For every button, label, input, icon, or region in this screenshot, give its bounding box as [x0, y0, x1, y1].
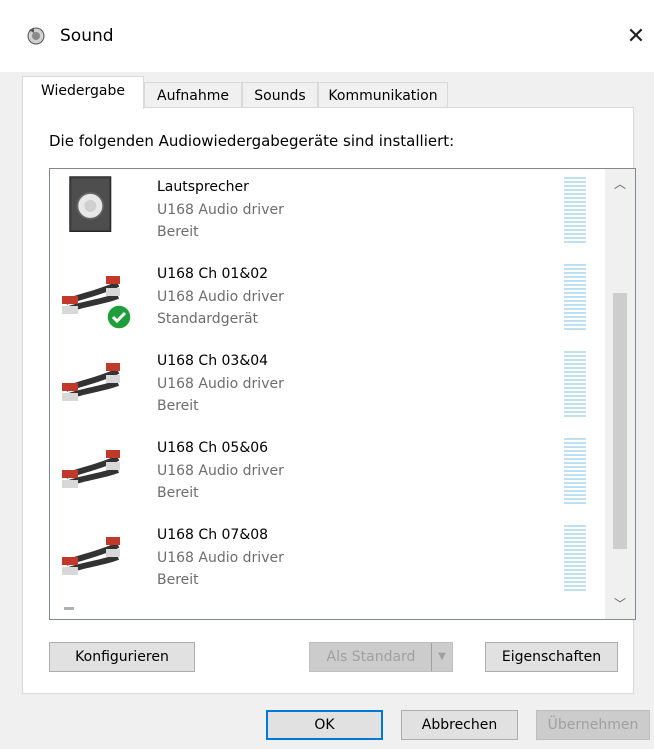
- device-driver: U168 Audio driver: [157, 550, 284, 566]
- scroll-down-icon[interactable]: ﹀: [605, 589, 635, 619]
- default-check-icon: [106, 304, 132, 330]
- set-default-button[interactable]: Als Standard ▼: [309, 642, 453, 672]
- apply-button[interactable]: Übernehmen: [536, 710, 650, 740]
- vertical-scrollbar[interactable]: ︿ ﹀: [605, 169, 635, 619]
- list-item[interactable]: U168 Ch 07&08 U168 Audio driver Bereit: [50, 517, 605, 604]
- configure-button[interactable]: Konfigurieren: [49, 642, 195, 672]
- properties-button[interactable]: Eigenschaften: [485, 642, 618, 672]
- title-bar: Sound ✕: [0, 0, 654, 72]
- device-driver: U168 Audio driver: [157, 202, 284, 218]
- device-driver: U168 Audio driver: [157, 463, 284, 479]
- speaker-icon: [69, 176, 112, 232]
- device-status: Bereit: [157, 398, 199, 414]
- set-default-label: Als Standard: [326, 649, 416, 665]
- rca-cable-icon: [62, 363, 120, 401]
- rca-cable-icon: [62, 537, 120, 575]
- partial-list-item: [64, 607, 74, 610]
- list-item[interactable]: Lautsprecher U168 Audio driver Bereit: [50, 169, 605, 256]
- tab-kommunikation[interactable]: Kommunikation: [318, 82, 448, 108]
- scroll-up-icon[interactable]: ︿: [605, 169, 635, 199]
- device-status: Bereit: [157, 572, 199, 588]
- device-name: Lautsprecher: [157, 179, 249, 195]
- device-name: U168 Ch 01&02: [157, 266, 269, 282]
- level-meter: [564, 351, 586, 417]
- list-item[interactable]: U168 Ch 01&02 U168 Audio driver Standard…: [50, 256, 605, 343]
- level-meter: [564, 438, 586, 504]
- device-name: U168 Ch 03&04: [157, 353, 269, 369]
- device-status: Standardgerät: [157, 311, 259, 327]
- device-status: Bereit: [157, 224, 199, 240]
- device-list[interactable]: Lautsprecher U168 Audio driver Bereit U1…: [49, 168, 636, 620]
- sound-dialog: Sound ✕ Wiedergabe Aufnahme Sounds Kommu…: [0, 0, 654, 749]
- speaker-icon: [27, 27, 45, 45]
- chevron-down-icon[interactable]: ▼: [431, 643, 452, 671]
- tab-wiedergabe[interactable]: Wiedergabe: [22, 76, 144, 109]
- level-meter: [564, 525, 586, 591]
- tab-sounds[interactable]: Sounds: [242, 82, 318, 108]
- list-item[interactable]: U168 Ch 05&06 U168 Audio driver Bereit: [50, 430, 605, 517]
- tab-panel: Die folgenden Audiowiedergabegeräte sind…: [22, 107, 636, 694]
- device-driver: U168 Audio driver: [157, 376, 284, 392]
- level-meter: [564, 264, 586, 330]
- scroll-thumb[interactable]: [613, 293, 627, 549]
- rca-cable-icon: [62, 450, 120, 488]
- tab-aufnahme[interactable]: Aufnahme: [144, 82, 242, 108]
- device-driver: U168 Audio driver: [157, 289, 284, 305]
- list-item[interactable]: U168 Ch 03&04 U168 Audio driver Bereit: [50, 343, 605, 430]
- device-status: Bereit: [157, 485, 199, 501]
- ok-button[interactable]: OK: [266, 710, 383, 740]
- level-meter: [564, 177, 586, 243]
- close-button[interactable]: ✕: [622, 22, 650, 52]
- device-name: U168 Ch 07&08: [157, 527, 269, 543]
- cancel-button[interactable]: Abbrechen: [401, 710, 518, 740]
- window-title: Sound: [60, 26, 114, 46]
- intro-text: Die folgenden Audiowiedergabegeräte sind…: [49, 132, 455, 150]
- device-name: U168 Ch 05&06: [157, 440, 269, 456]
